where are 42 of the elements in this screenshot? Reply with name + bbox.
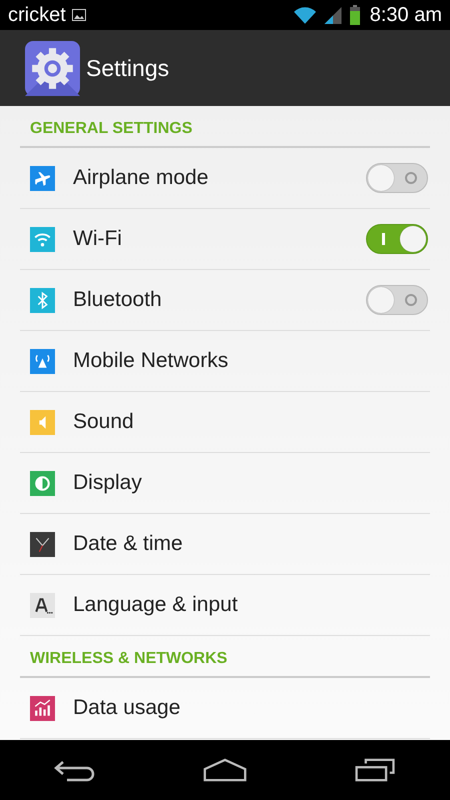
item-label: Language & input	[73, 593, 239, 617]
clock-icon	[30, 532, 55, 556]
home-icon[interactable]	[203, 758, 247, 782]
settings-item[interactable]: Bluetooth	[0, 270, 450, 330]
letter-a-icon	[30, 592, 55, 618]
settings-item[interactable]: Mobile Networks	[0, 331, 450, 391]
settings-item[interactable]: Wi-Fi	[0, 209, 450, 269]
gear-icon	[25, 40, 80, 96]
battery-icon	[350, 5, 360, 25]
settings-item[interactable]: Display	[0, 453, 450, 513]
carrier-name: cricket	[8, 4, 66, 26]
antenna-icon	[30, 348, 55, 374]
item-label: Display	[73, 471, 143, 495]
toggle-switch[interactable]	[366, 285, 428, 315]
back-icon[interactable]	[53, 758, 97, 782]
recent-apps-icon[interactable]	[353, 758, 397, 782]
clock-time: 8:30 am	[370, 4, 442, 26]
item-label: Bluetooth	[73, 288, 163, 312]
item-label: Sound	[73, 410, 135, 434]
toggle-switch[interactable]	[366, 163, 428, 193]
settings-item[interactable]: Date & time	[0, 514, 450, 574]
section-header: WIRELESS & NETWORKS	[29, 649, 228, 669]
screen-title: Settings	[86, 54, 170, 82]
wifi-icon	[294, 6, 316, 24]
section-header: GENERAL SETTINGS	[29, 119, 194, 139]
airplane-icon	[30, 166, 55, 190]
item-label: Data usage	[73, 696, 182, 720]
brightness-icon	[30, 470, 55, 496]
item-label: Wi-Fi	[73, 227, 123, 251]
speaker-icon	[30, 410, 55, 434]
item-label: Date & time	[73, 532, 184, 556]
item-label: Mobile Networks	[73, 349, 230, 373]
settings-item[interactable]: Sound	[0, 392, 450, 452]
settings-item[interactable]: Airplane mode	[0, 148, 450, 208]
settings-item[interactable]: Language & input	[0, 575, 450, 635]
bar-chart-icon	[30, 696, 55, 720]
item-label: Airplane mode	[73, 166, 210, 190]
wifi-icon	[30, 226, 55, 252]
toggle-switch[interactable]	[366, 224, 428, 254]
settings-item[interactable]: Data usage	[0, 678, 450, 738]
bluetooth-icon	[30, 288, 55, 312]
image-icon	[72, 9, 86, 21]
